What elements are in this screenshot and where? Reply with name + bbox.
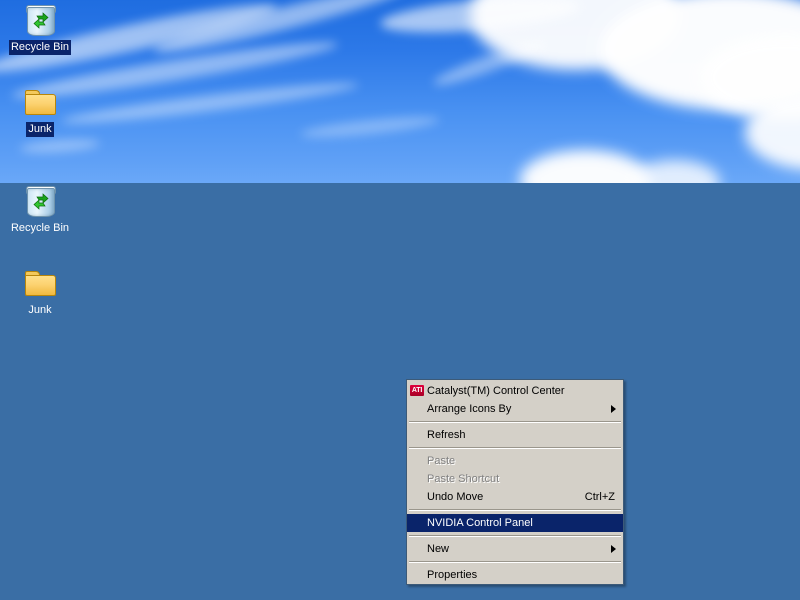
desktop-icon-label: Junk xyxy=(26,122,54,137)
menu-separator xyxy=(409,509,621,511)
desktop-icon-label: Recycle Bin xyxy=(8,40,72,55)
recycle-bin-icon xyxy=(24,185,56,217)
menu-item-label: Paste xyxy=(427,455,456,467)
menu-separator xyxy=(409,535,621,537)
desktop-icon-junk-bottom[interactable]: Junk xyxy=(2,267,78,318)
menu-item-undo-move[interactable]: Undo Move Ctrl+Z xyxy=(407,488,623,506)
recycle-bin-icon xyxy=(24,4,56,36)
menu-item-label: Undo Move xyxy=(427,491,484,503)
folder-icon xyxy=(24,267,56,299)
menu-separator xyxy=(409,447,621,449)
menu-separator xyxy=(409,561,621,563)
desktop-icon-junk-top[interactable]: Junk xyxy=(2,86,78,137)
menu-item-label: New xyxy=(427,543,450,555)
folder-icon xyxy=(24,86,56,118)
desktop-background-fill xyxy=(0,183,800,600)
menu-item-label: NVIDIA Control Panel xyxy=(427,517,533,529)
menu-item-arrange-icons-by[interactable]: Arrange Icons By xyxy=(407,400,623,418)
menu-item-label: Arrange Icons By xyxy=(427,403,512,415)
menu-item-nvidia-control-panel[interactable]: NVIDIA Control Panel xyxy=(407,514,623,532)
menu-item-label: Catalyst(TM) Control Center xyxy=(427,385,565,397)
menu-separator xyxy=(409,421,621,423)
desktop-icon-recycle-bin-bottom[interactable]: Recycle Bin xyxy=(2,185,78,236)
menu-item-shortcut: Ctrl+Z xyxy=(584,491,615,503)
ati-logo-icon: ATI xyxy=(410,385,424,396)
menu-item-new[interactable]: New xyxy=(407,540,623,558)
menu-item-paste: Paste xyxy=(407,452,623,470)
desktop-context-menu[interactable]: ATI Catalyst(TM) Control Center Arrange … xyxy=(406,379,624,585)
menu-item-catalyst-control-center[interactable]: ATI Catalyst(TM) Control Center xyxy=(407,382,623,400)
chevron-right-icon xyxy=(611,545,616,553)
menu-item-paste-shortcut: Paste Shortcut xyxy=(407,470,623,488)
menu-item-refresh[interactable]: Refresh xyxy=(407,426,623,444)
chevron-right-icon xyxy=(611,405,616,413)
menu-item-label: Properties xyxy=(427,569,478,581)
menu-item-label: Paste Shortcut xyxy=(427,473,500,485)
desktop-wallpaper xyxy=(0,0,800,183)
desktop-icon-label: Junk xyxy=(28,304,52,316)
desktop-icon-recycle-bin-top[interactable]: Recycle Bin xyxy=(2,4,78,55)
desktop-icon-label: Recycle Bin xyxy=(10,222,70,234)
desktop-root[interactable]: Recycle Bin Junk Recycle Bin Junk ATI Ca… xyxy=(0,0,800,600)
menu-item-label: Refresh xyxy=(427,429,466,441)
menu-item-properties[interactable]: Properties xyxy=(407,566,623,584)
